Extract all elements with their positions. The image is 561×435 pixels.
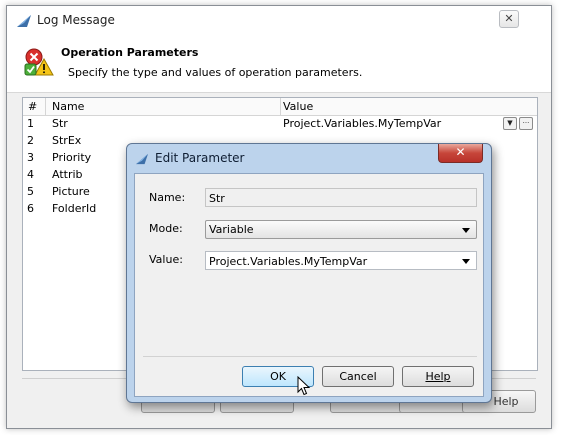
header-panel: Operation Parameters Specify the type an… [7,36,551,93]
title-bar: Log Message ✕ [7,6,551,36]
value-combo-input[interactable]: Project.Variables.MyTempVar [205,251,477,270]
row-number: 4 [27,168,34,181]
value-label: Value: [149,253,183,266]
table-row[interactable]: 1 Str Project.Variables.MyTempVar ▼ ··· [23,115,537,132]
column-header-number[interactable]: # [28,100,37,113]
header-subtitle: Specify the type and values of operation… [68,66,363,79]
window-close-button[interactable]: ✕ [499,10,519,28]
grid-header: # Name Value [23,98,537,116]
column-divider [280,98,281,115]
mouse-cursor-icon [297,376,311,396]
chevron-down-icon[interactable] [462,259,470,264]
value-input-text: Project.Variables.MyTempVar [209,255,368,268]
value-ellipsis-button[interactable]: ··· [519,117,533,130]
app-icon [136,153,148,165]
row-name: FolderId [52,202,97,215]
dialog-title: Edit Parameter [155,151,245,165]
column-divider [45,98,46,115]
column-header-name[interactable]: Name [52,100,84,113]
cancel-button[interactable]: Cancel [322,366,394,387]
value-dropdown-button[interactable]: ▼ [503,117,517,130]
row-number: 6 [27,202,34,215]
row-name: Attrib [52,168,83,181]
row-name: Picture [52,185,90,198]
help-button-label: Help [425,370,451,383]
edit-parameter-dialog: Edit Parameter ✕ Name: Str Mode: Variabl… [126,143,492,403]
app-icon [17,15,31,27]
mode-select-value: Variable [209,223,254,236]
row-number: 5 [27,185,34,198]
window-title: Log Message [37,13,115,27]
header-title: Operation Parameters [61,46,199,59]
name-field: Str [205,188,477,207]
mode-label: Mode: [149,222,183,235]
row-name: Str [52,117,68,130]
dialog-close-button[interactable]: ✕ [438,144,483,163]
row-number: 2 [27,134,34,147]
row-number: 1 [27,117,34,130]
dialog-divider [143,356,477,357]
help-button[interactable]: Help [402,366,474,387]
row-name: StrEx [52,134,82,147]
row-value[interactable]: Project.Variables.MyTempVar [283,117,441,130]
chevron-down-icon [462,228,470,233]
column-header-value[interactable]: Value [283,100,313,113]
error-warning-icon [24,48,54,76]
row-name: Priority [52,151,92,164]
name-label: Name: [149,191,186,204]
row-number: 3 [27,151,34,164]
dialog-body: Name: Str Mode: Variable Value: Project.… [134,173,484,397]
mode-select[interactable]: Variable [205,220,477,239]
